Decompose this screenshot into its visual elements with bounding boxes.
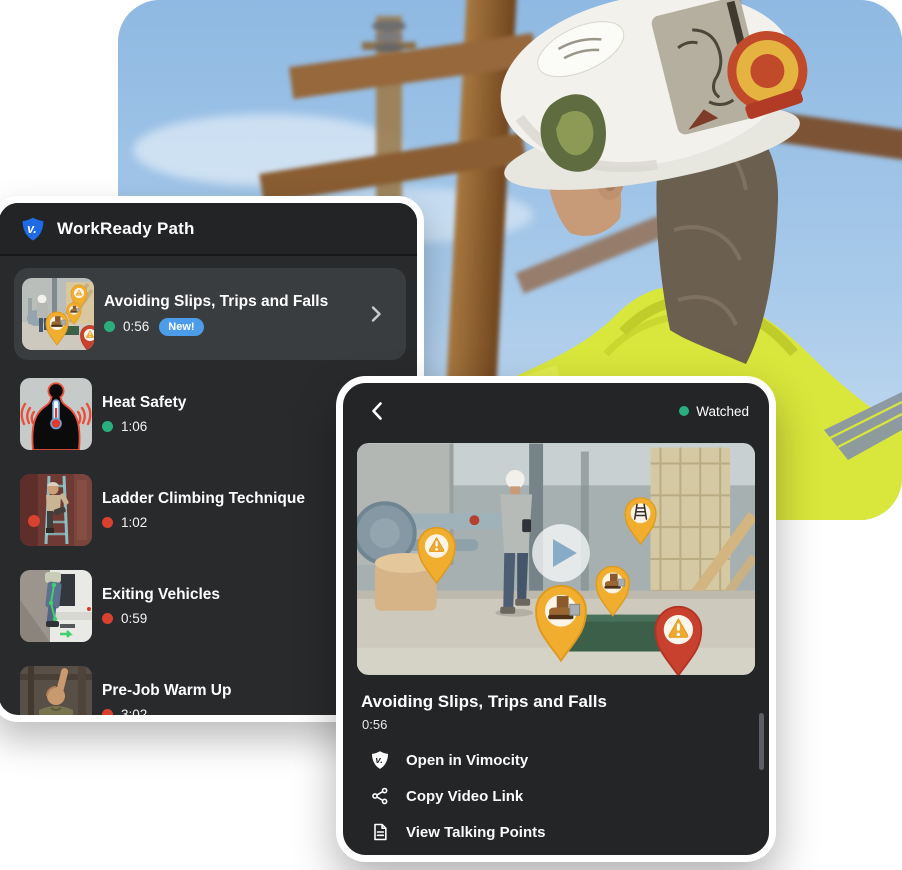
item-duration: 3:02: [121, 707, 147, 722]
item-title: Heat Safety: [102, 394, 186, 412]
menu-label: Open in Vimocity: [406, 752, 528, 769]
unwatched-dot: [102, 613, 113, 624]
video-duration: 0:56: [362, 717, 769, 732]
menu-view-talking-points[interactable]: View Talking Points: [343, 814, 769, 850]
path-item-avoiding-slips[interactable]: Avoiding Slips, Trips and Falls 0:56 New…: [14, 268, 406, 360]
video-preview[interactable]: [357, 443, 755, 675]
modal-scrollbar-thumb[interactable]: [759, 713, 764, 770]
watched-dot: [104, 321, 115, 332]
video-preview-illustration: [357, 443, 755, 675]
unwatched-dot: [102, 709, 113, 720]
chevron-left-icon: [367, 400, 389, 422]
item-duration: 0:56: [123, 319, 149, 334]
vimocity-icon: v.: [370, 750, 390, 770]
svg-text:v.: v.: [375, 755, 382, 766]
item-thumbnail-heat: [20, 378, 92, 450]
watched-status: Watched: [679, 404, 749, 419]
back-button[interactable]: [363, 396, 393, 426]
watched-dot: [102, 421, 113, 432]
panel-title: WorkReady Path: [57, 219, 195, 239]
menu-label: Copy Video Link: [406, 788, 523, 805]
unwatched-dot: [102, 517, 113, 528]
item-title: Avoiding Slips, Trips and Falls: [104, 293, 328, 311]
item-title: Pre-Job Warm Up: [102, 682, 231, 700]
video-title: Avoiding Slips, Trips and Falls: [361, 692, 769, 712]
watched-label: Watched: [696, 404, 749, 419]
item-title: Exiting Vehicles: [102, 586, 220, 604]
watched-dot: [679, 406, 689, 416]
item-duration: 1:02: [121, 515, 147, 530]
new-badge: New!: [159, 318, 203, 336]
item-thumbnail-slips: [22, 278, 94, 350]
modal-header: Watched: [343, 383, 769, 439]
document-icon: [370, 822, 390, 842]
item-thumbnail-warmup: [20, 666, 92, 722]
menu-copy-video-link[interactable]: Copy Video Link: [343, 778, 769, 814]
item-thumbnail-vehicles: [20, 570, 92, 642]
item-thumbnail-ladder: [20, 474, 92, 546]
video-detail-modal: Watched: [336, 376, 776, 862]
item-duration: 1:06: [121, 419, 147, 434]
item-title: Ladder Climbing Technique: [102, 490, 305, 508]
svg-text:v.: v.: [27, 221, 37, 235]
item-duration: 0:59: [121, 611, 147, 626]
share-icon: [370, 786, 390, 806]
menu-open-in-vimocity[interactable]: v. Open in Vimocity: [343, 742, 769, 778]
menu-label: View Talking Points: [406, 824, 545, 841]
vimocity-logo-icon: v.: [20, 216, 46, 242]
chevron-right-icon: [366, 304, 386, 324]
panel-header: v. WorkReady Path: [0, 203, 417, 256]
action-menu: v. Open in Vimocity Copy Video Link: [343, 742, 769, 850]
